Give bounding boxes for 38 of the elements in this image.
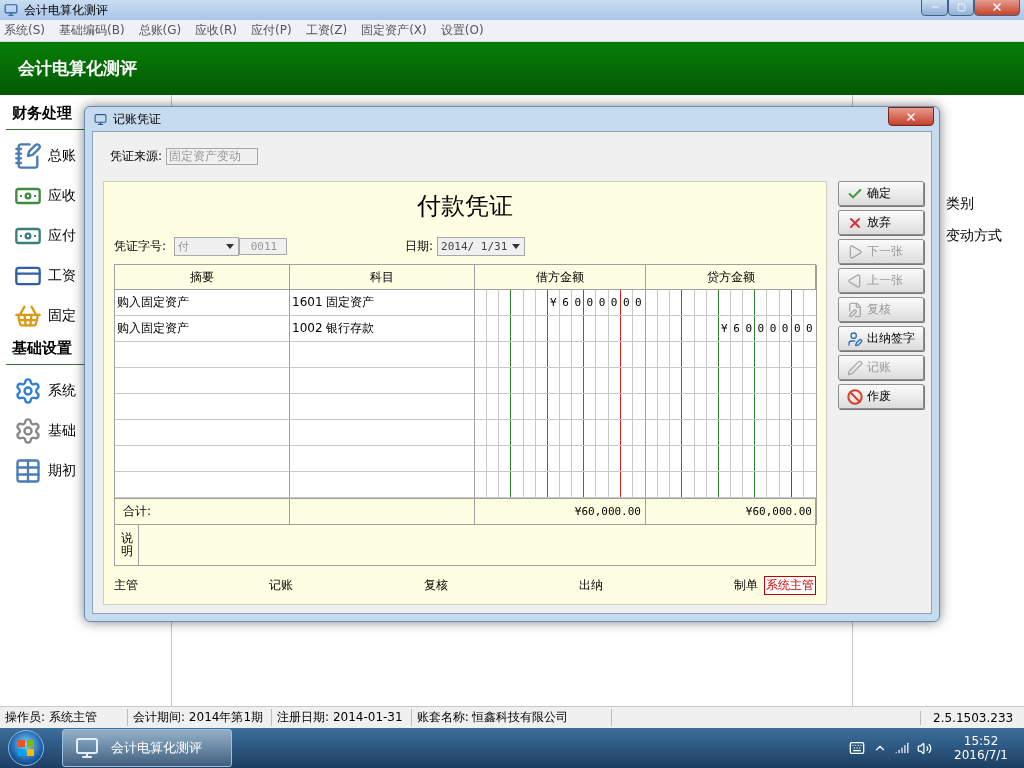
amount-digit: 0: [793, 322, 801, 335]
status-text: 会计期间: 2014年第1期: [128, 709, 273, 726]
status-text: 账套名称: 恒鑫科技有限公司: [411, 709, 612, 726]
amount-digit: 0: [757, 322, 765, 335]
status-text: 操作员: 系统主管: [0, 709, 128, 726]
amount-digit: 0: [574, 296, 581, 309]
amount-digit: 0: [806, 322, 813, 335]
window-title: 会计电算化测评: [24, 1, 109, 19]
amount-digit: 0: [769, 322, 777, 335]
signature-value: 系统主管: [764, 575, 816, 595]
credit-total: ¥60,000.00: [646, 498, 817, 524]
amount-digit: 0: [635, 296, 642, 309]
signature-label: 复核: [424, 576, 448, 594]
signature-label: 制单: [734, 576, 758, 594]
signature-label: 主管: [114, 576, 138, 594]
voucher-title: 付款凭证: [416, 191, 514, 222]
amount-digit: ¥: [550, 296, 557, 309]
amount-digit: 0: [586, 296, 594, 309]
amount-digit: 0: [598, 296, 606, 309]
amount-digit: 6: [733, 322, 740, 335]
amount-digit: 0: [622, 296, 630, 309]
amount-digit: ¥: [721, 322, 728, 335]
signature-label: 记账: [269, 576, 293, 594]
signature-label: 出纳: [579, 576, 603, 594]
status-text: 注册日期: 2014-01-31: [272, 709, 412, 726]
debit-total: ¥60,000.00: [475, 498, 646, 524]
dialog-title: 记账凭证: [113, 110, 162, 128]
field-label: 凭证字号:: [114, 237, 168, 255]
header-title: 会计电算化测评: [18, 57, 137, 80]
status-text: 2.5.1503.233: [920, 710, 1024, 725]
field-label: 日期:: [405, 237, 434, 255]
amount-digit: 0: [610, 296, 618, 309]
amount-digit: 0: [781, 322, 789, 335]
field-label: 凭证来源:: [110, 148, 163, 165]
total-label: 合计:: [115, 498, 290, 524]
note-label: 说明: [120, 531, 133, 559]
amount-digit: 6: [562, 296, 569, 309]
amount-digit: 0: [745, 322, 752, 335]
